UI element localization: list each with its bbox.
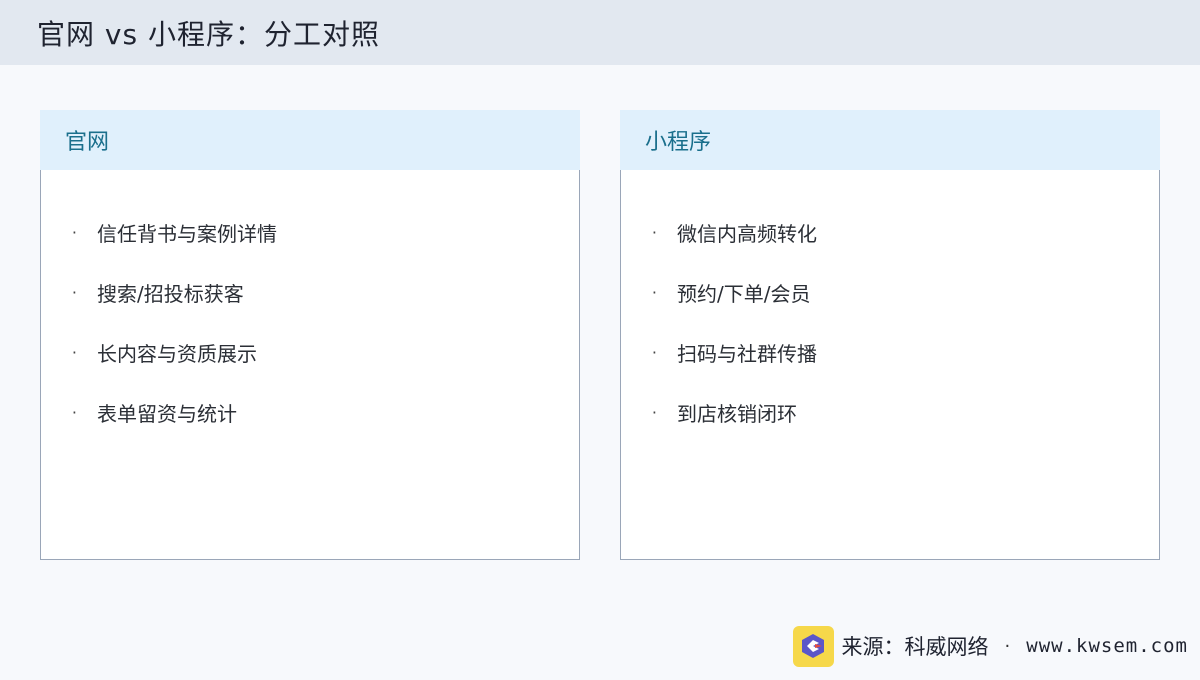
kwsem-logo-icon xyxy=(792,625,834,667)
footer-separator: · xyxy=(1004,635,1011,657)
list-item-label: 信任背书与案例详情 xyxy=(97,221,277,246)
bullet: · xyxy=(71,402,77,422)
bullet: · xyxy=(651,342,657,362)
bullet: · xyxy=(651,402,657,422)
list-item-label: 搜索/招投标获客 xyxy=(97,281,244,306)
list-item: · 到店核销闭环 xyxy=(621,382,1159,442)
panel-miniprogram: 小程序 · 微信内高频转化 · 预约/下单/会员 · 扫码与社群传播 · 到店核销闭环 xyxy=(620,110,1160,560)
list-item-label: 长内容与资质展示 xyxy=(97,341,257,366)
list-item-label: 表单留资与统计 xyxy=(97,401,237,426)
feature-list: · 微信内高频转化 · 预约/下单/会员 · 扫码与社群传播 · 到店核销闭环 xyxy=(621,170,1159,442)
panel-title: 官网 xyxy=(65,130,110,155)
panel-title: 小程序 xyxy=(645,130,712,155)
website-link[interactable]: www.kwsem.com xyxy=(1026,635,1188,657)
panel-website: 官网 · 信任背书与案例详情 · 搜索/招投标获客 · 长内容与资质展示 · 表单留资与… xyxy=(40,110,580,560)
list-item: · 扫码与社群传播 xyxy=(621,322,1159,382)
bullet: · xyxy=(651,282,657,302)
panel-header: 小程序 xyxy=(620,110,1160,170)
list-item: · 搜索/招投标获客 xyxy=(41,262,579,322)
bullet: · xyxy=(71,222,77,242)
panel-header: 官网 xyxy=(40,110,580,170)
bullet: · xyxy=(651,222,657,242)
bullet: · xyxy=(71,342,77,362)
bullet: · xyxy=(71,282,77,302)
list-item: · 预约/下单/会员 xyxy=(621,262,1159,322)
list-item: · 表单留资与统计 xyxy=(41,382,579,442)
list-item-label: 预约/下单/会员 xyxy=(677,281,811,306)
page-title: 官网 vs 小程序：分工对照 xyxy=(37,17,380,51)
feature-list: · 信任背书与案例详情 · 搜索/招投标获客 · 长内容与资质展示 · 表单留资与统计 xyxy=(41,170,579,442)
list-item: · 信任背书与案例详情 xyxy=(41,202,579,262)
list-item-label: 微信内高频转化 xyxy=(677,221,817,246)
list-item-label: 扫码与社群传播 xyxy=(677,341,817,366)
logo-mark xyxy=(802,634,825,658)
list-item-label: 到店核销闭环 xyxy=(677,401,797,426)
list-item: · 微信内高频转化 xyxy=(621,202,1159,262)
source-label: 来源：科威网络 xyxy=(841,635,989,659)
page-header: 官网 vs 小程序：分工对照 xyxy=(0,0,1200,65)
list-item: · 长内容与资质展示 xyxy=(41,322,579,382)
footer: 来源：科威网络 · www.kwsem.com xyxy=(792,625,1188,667)
